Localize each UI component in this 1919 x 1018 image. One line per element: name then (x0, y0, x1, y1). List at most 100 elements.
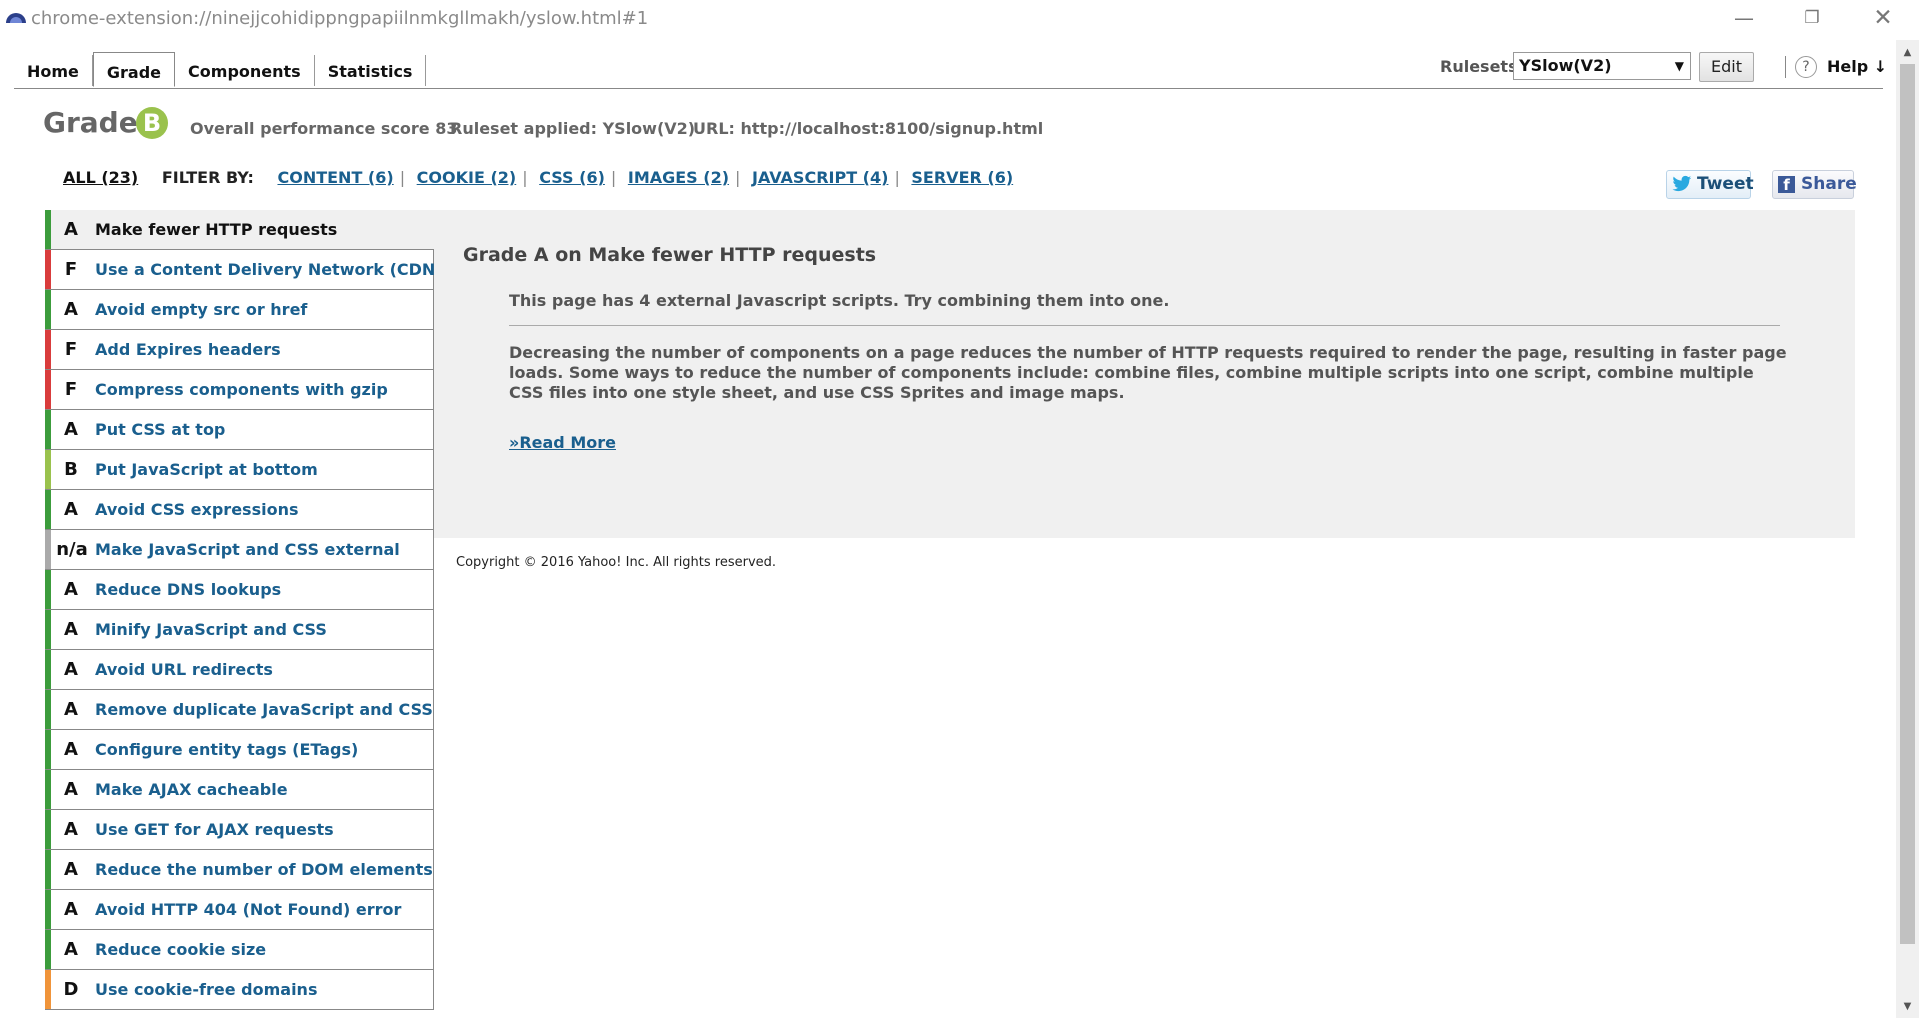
rule-item[interactable]: A Make fewer HTTP requests (45, 210, 434, 250)
rule-grade: B (64, 459, 78, 480)
rule-label[interactable]: Avoid empty src or href (95, 290, 307, 330)
vertical-scrollbar[interactable]: ▲ ▼ (1896, 40, 1919, 1018)
rule-item[interactable]: A Avoid empty src or href (45, 290, 434, 330)
help-link[interactable]: Help ↓ (1827, 57, 1887, 76)
dropdown-arrow-icon: ▼ (1674, 59, 1684, 73)
detail-divider (509, 325, 1780, 326)
tweet-label: Tweet (1697, 174, 1754, 194)
window-url: chrome-extension://ninejjcohidippngpapii… (31, 8, 649, 29)
read-more-link[interactable]: »Read More (509, 433, 616, 452)
rule-label[interactable]: Put CSS at top (95, 410, 225, 450)
rule-item[interactable]: B Put JavaScript at bottom (45, 450, 434, 490)
tab-grade[interactable]: Grade (92, 52, 176, 87)
rule-list: A Make fewer HTTP requests F Use a Content … (45, 210, 443, 1010)
chrome-app-icon (6, 13, 26, 23)
rule-grade: A (64, 899, 78, 920)
filter-by-label: FILTER BY: (161, 168, 254, 187)
main-tabs: Home Grade Components Statistics (14, 52, 427, 89)
rule-label[interactable]: Use a Content Delivery Network (CDN) (95, 250, 443, 290)
help-divider (1785, 56, 1786, 78)
scroll-thumb[interactable] (1900, 64, 1915, 944)
rule-item[interactable]: A Avoid URL redirects (45, 650, 434, 690)
rule-label[interactable]: Make AJAX cacheable (95, 770, 288, 810)
rule-grade: A (64, 299, 78, 320)
maximize-icon[interactable]: ❐ (1784, 4, 1840, 32)
filter-javascript[interactable]: JAVASCRIPT (4) (752, 168, 888, 187)
rule-item[interactable]: A Reduce the number of DOM elements (45, 850, 434, 890)
rule-grade: A (64, 619, 78, 640)
facebook-icon: f (1778, 176, 1795, 194)
share-button[interactable]: f Share (1772, 170, 1857, 199)
rule-label[interactable]: Reduce DNS lookups (95, 570, 281, 610)
rule-grade: A (64, 659, 78, 680)
window-title-bar: chrome-extension://ninejjcohidippngpapii… (0, 0, 1919, 38)
grade-title: Grade (43, 106, 138, 139)
rule-label[interactable]: Make fewer HTTP requests (95, 210, 337, 250)
rule-grade: F (64, 259, 78, 280)
overall-score: Overall performance score 83 (190, 119, 458, 138)
minimize-icon[interactable]: — (1716, 4, 1772, 32)
tweet-button[interactable]: Tweet (1666, 170, 1754, 199)
tab-statistics[interactable]: Statistics (315, 55, 427, 86)
detail-description: Decreasing the number of components on a… (509, 343, 1787, 402)
filter-all[interactable]: ALL (23) (63, 168, 138, 187)
filter-content[interactable]: CONTENT (6) (277, 168, 393, 187)
share-label: Share (1801, 174, 1857, 194)
rule-detail-panel: Grade A on Make fewer HTTP requests This… (434, 210, 1855, 538)
page-url: URL: http://localhost:8100/signup.html (693, 119, 1044, 138)
rule-grade: A (64, 579, 78, 600)
rule-label[interactable]: Use GET for AJAX requests (95, 810, 334, 850)
rule-item[interactable]: A Put CSS at top (45, 410, 434, 450)
rule-item[interactable]: A Avoid CSS expressions (45, 490, 434, 530)
rule-label[interactable]: Use cookie-free domains (95, 970, 317, 1010)
filter-css[interactable]: CSS (6) (539, 168, 605, 187)
filter-separator: | (610, 168, 617, 187)
filter-cookie[interactable]: COOKIE (2) (417, 168, 517, 187)
rule-item[interactable]: A Make AJAX cacheable (45, 770, 434, 810)
ruleset-select[interactable]: YSlow(V2) ▼ (1513, 52, 1691, 80)
rule-item[interactable]: F Compress components with gzip (45, 370, 434, 410)
close-icon[interactable]: ✕ (1855, 4, 1911, 32)
rule-item[interactable]: A Avoid HTTP 404 (Not Found) error (45, 890, 434, 930)
filter-server[interactable]: SERVER (6) (911, 168, 1013, 187)
ruleset-applied: Ruleset applied: YSlow(V2) (450, 119, 696, 138)
rule-item[interactable]: A Configure entity tags (ETags) (45, 730, 434, 770)
rule-label[interactable]: Add Expires headers (95, 330, 281, 370)
rule-label[interactable]: Reduce cookie size (95, 930, 266, 970)
rule-label[interactable]: Remove duplicate JavaScript and CSS (95, 690, 433, 730)
rule-item[interactable]: A Reduce cookie size (45, 930, 434, 970)
rule-label[interactable]: Avoid CSS expressions (95, 490, 298, 530)
help-icon[interactable]: ? (1795, 56, 1817, 78)
filter-separator: | (399, 168, 406, 187)
scroll-up-arrow-icon[interactable]: ▲ (1896, 46, 1919, 60)
rule-item[interactable]: F Add Expires headers (45, 330, 434, 370)
rule-label[interactable]: Make JavaScript and CSS external (95, 530, 400, 570)
rule-item[interactable]: A Use GET for AJAX requests (45, 810, 434, 850)
rule-item[interactable]: A Reduce DNS lookups (45, 570, 434, 610)
scroll-down-arrow-icon[interactable]: ▼ (1896, 1000, 1919, 1014)
rule-item[interactable]: F Use a Content Delivery Network (CDN) (45, 250, 443, 290)
filter-separator: | (522, 168, 528, 187)
rule-item[interactable]: A Remove duplicate JavaScript and CSS (45, 690, 434, 730)
overall-grade-badge: B (136, 107, 168, 139)
rule-item[interactable]: D Use cookie-free domains (45, 970, 434, 1010)
rule-label[interactable]: Configure entity tags (ETags) (95, 730, 358, 770)
detail-message: This page has 4 external Javascript scri… (509, 291, 1170, 310)
ruleset-selected-value: YSlow(V2) (1519, 56, 1612, 75)
rule-label[interactable]: Avoid HTTP 404 (Not Found) error (95, 890, 401, 930)
rule-item[interactable]: n/a Make JavaScript and CSS external (45, 530, 434, 570)
rule-grade: A (64, 419, 78, 440)
rule-label[interactable]: Avoid URL redirects (95, 650, 273, 690)
filter-images[interactable]: IMAGES (2) (628, 168, 729, 187)
rule-item[interactable]: A Minify JavaScript and CSS (45, 610, 434, 650)
edit-ruleset-button[interactable]: Edit (1699, 52, 1754, 82)
rule-label[interactable]: Put JavaScript at bottom (95, 450, 318, 490)
rule-label[interactable]: Reduce the number of DOM elements (95, 850, 433, 890)
rule-label[interactable]: Minify JavaScript and CSS (95, 610, 327, 650)
rule-label[interactable]: Compress components with gzip (95, 370, 388, 410)
rule-grade: D (63, 979, 79, 1000)
tab-components[interactable]: Components (175, 55, 315, 86)
rule-grade: A (64, 779, 78, 800)
tab-home[interactable]: Home (14, 55, 93, 86)
twitter-bird-icon (1672, 175, 1692, 192)
